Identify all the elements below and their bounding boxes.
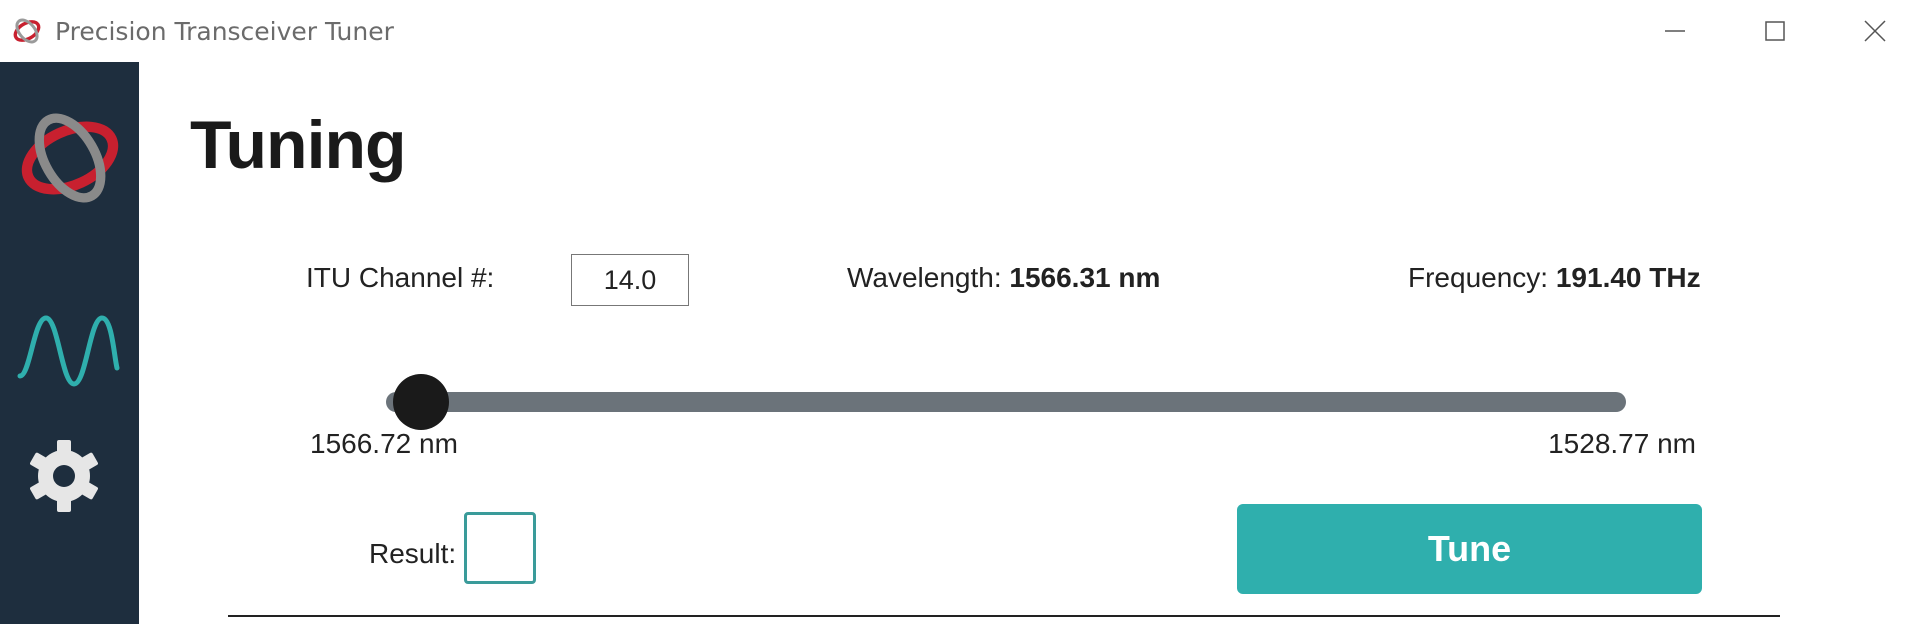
window-title: Precision Transceiver Tuner xyxy=(55,17,394,46)
frequency-value: 191.40 THz xyxy=(1555,262,1701,293)
frequency-label: Frequency: xyxy=(1408,262,1549,293)
wavelength-slider-thumb[interactable] xyxy=(392,374,449,430)
sidebar xyxy=(0,62,139,624)
frequency-readout: Frequency: 191.40 THz xyxy=(1408,262,1701,294)
title-bar: Precision Transceiver Tuner xyxy=(0,0,1920,62)
channel-label: ITU Channel #: xyxy=(306,262,495,293)
app-logo-icon xyxy=(13,18,41,44)
wavelength-readout: Wavelength: 1566.31 nm xyxy=(847,262,1160,294)
divider xyxy=(228,615,1780,617)
close-button[interactable] xyxy=(1840,10,1910,52)
page-title: Tuning xyxy=(190,107,407,183)
minimize-icon xyxy=(1665,30,1685,32)
maximize-button[interactable] xyxy=(1740,10,1810,52)
waveform-icon[interactable] xyxy=(16,306,121,396)
tune-button[interactable]: Tune xyxy=(1237,504,1702,594)
result-indicator xyxy=(464,512,536,584)
wavelength-slider-track[interactable] xyxy=(386,392,1626,412)
slider-min-label: 1566.72 nm xyxy=(310,428,458,459)
wavelength-value: 1566.31 nm xyxy=(1009,262,1161,293)
sidebar-logo-icon[interactable] xyxy=(18,106,122,210)
maximize-icon xyxy=(1765,21,1785,41)
result-label: Result: xyxy=(369,538,457,569)
wavelength-label: Wavelength: xyxy=(847,262,1002,293)
minimize-button[interactable] xyxy=(1640,10,1710,52)
slider-max-label: 1528.77 nm xyxy=(1548,428,1696,459)
close-icon xyxy=(1864,20,1886,42)
gear-icon[interactable] xyxy=(26,438,102,514)
channel-input[interactable] xyxy=(571,254,689,306)
